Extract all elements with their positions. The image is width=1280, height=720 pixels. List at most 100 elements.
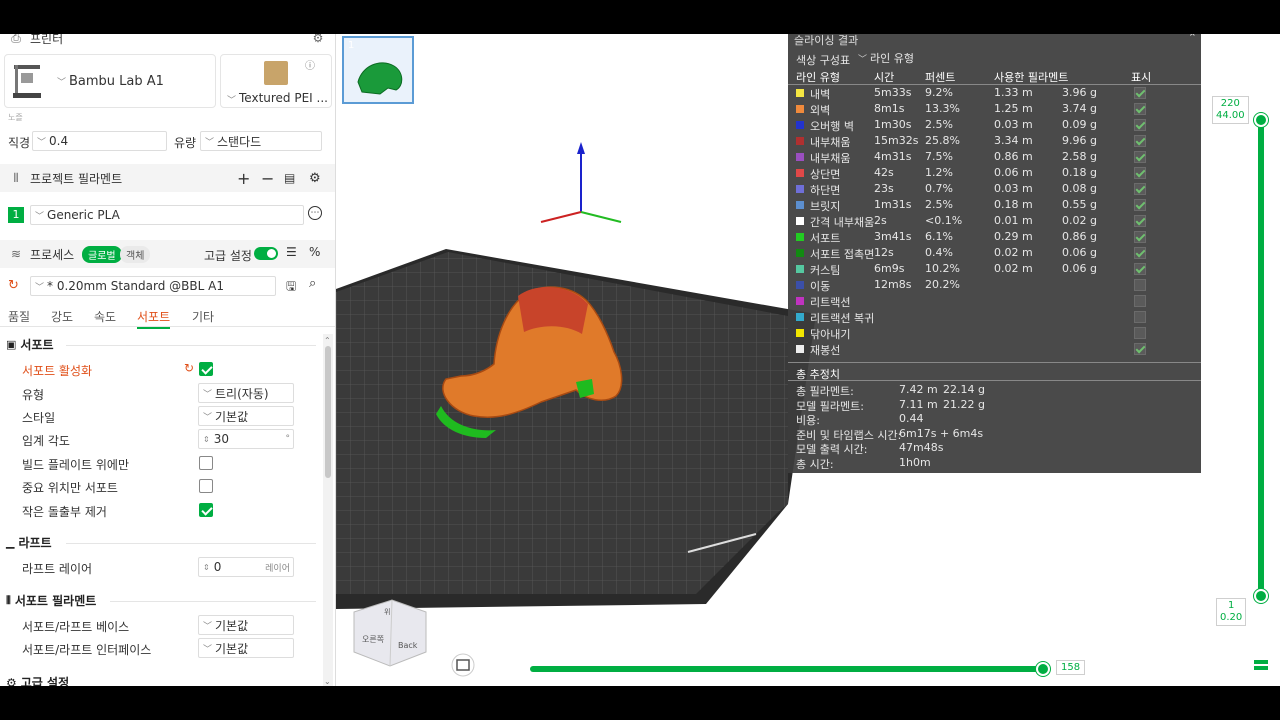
remove-small-overhangs-checkbox[interactable] [199,503,213,517]
plate-type: Textured PEI ... [239,91,328,105]
tab-speed[interactable]: 속도 [94,308,116,325]
line-type-row: 서포트 3m41s 6.1% 0.29 m 0.86 g [788,230,1201,246]
visibility-checkbox[interactable] [1134,231,1146,243]
add-filament-button[interactable]: + [237,169,250,188]
global-toggle[interactable]: 글로벌 [82,246,122,263]
totals-title-divider [788,380,1201,381]
object-toggle[interactable]: 객체 [120,246,151,263]
layer-slider-track[interactable] [1258,116,1264,602]
filament-icon: ⦀ [6,593,11,607]
scroll-up-icon[interactable]: ⌃ [324,336,331,345]
line-type-percent: 20.2% [925,278,960,291]
move-slider-track[interactable] [530,666,1044,672]
line-type-time: 15m32s [874,134,919,147]
support-interface-select[interactable]: ﹀ 기본값 [198,638,294,658]
filament-settings-gear-icon[interactable]: ⚙ [309,171,321,186]
color-swatch [796,153,804,161]
tab-others[interactable]: 기타 [192,308,214,325]
total-value: 7.42 m [899,383,938,396]
layer-slider-bottom-handle[interactable] [1254,589,1268,603]
total-value: 47m48s [899,441,944,454]
diameter-select[interactable]: ﹀ 0.4 [32,131,167,151]
visibility-checkbox[interactable] [1134,119,1146,131]
filament-more-icon[interactable]: ⋯ [308,206,322,220]
visibility-checkbox[interactable] [1134,279,1146,291]
nozzle-hint: 노즐 [8,113,23,122]
plate-thumbnail[interactable]: 1 [342,36,414,104]
raft-group-title: ▁ 라프트 [6,536,52,550]
filament-slot-badge[interactable]: 1 [8,207,24,223]
visibility-checkbox[interactable] [1134,263,1146,275]
color-scheme-select[interactable]: ﹀ 라인 유형 [854,50,1014,66]
settings-scrollbar-thumb[interactable] [325,346,331,478]
visibility-checkbox[interactable] [1134,311,1146,323]
visibility-checkbox[interactable] [1134,135,1146,147]
process-list-icon[interactable]: ☰ [286,245,297,259]
line-type-name: 리트랙션 복귀 [810,312,875,325]
line-type-row: 내벽 5m33s 9.2% 1.33 m 3.96 g [788,86,1201,102]
visibility-checkbox[interactable] [1134,199,1146,211]
line-type-grams: 0.86 g [1062,230,1097,243]
printer-section-header: ⎙ 프린터 ⚙ [0,34,335,52]
visibility-checkbox[interactable] [1134,167,1146,179]
info-icon[interactable]: ⓘ [305,57,315,72]
reset-preset-icon[interactable]: ↻ [8,278,19,293]
line-type-row: 내부채움 4m31s 7.5% 0.86 m 2.58 g [788,150,1201,166]
3d-viewport[interactable]: 오른쪽 Back 위 1 슬라이싱 결과 ⌃ 색상 구성표 ﹀라인 유형 라인 [336,34,1280,686]
process-section-title: 프로세스 [30,247,75,262]
threshold-angle-input[interactable]: ⇕ 30 ° [198,429,294,449]
raft-layers-input[interactable]: ⇕ 0 레이어 [198,557,294,577]
support-style-select[interactable]: ﹀ 기본값 [198,406,294,426]
process-preset-select[interactable]: ﹀ * 0.20mm Standard @BBL A1 [30,276,276,296]
tab-strength[interactable]: 강도 [51,308,73,325]
visibility-checkbox[interactable] [1134,87,1146,99]
visibility-checkbox[interactable] [1134,327,1146,339]
reset-value-icon[interactable]: ↻ [184,361,194,375]
visibility-checkbox[interactable] [1134,183,1146,195]
line-type-row: 리트랙션 복귀 [788,310,1201,326]
tab-quality[interactable]: 품질 [8,308,30,325]
visibility-checkbox[interactable] [1134,215,1146,227]
on-buildplate-only-checkbox[interactable] [199,456,213,470]
support-divider [66,345,316,346]
visibility-checkbox[interactable] [1134,151,1146,163]
search-icon[interactable]: ⌕ [309,276,316,291]
support-enable-checkbox[interactable] [199,362,213,376]
printer-card[interactable]: ﹀ Bambu Lab A1 [4,54,216,108]
advanced-settings-switch[interactable] [254,247,278,260]
scroll-down-icon[interactable]: ⌄ [324,677,331,686]
collapse-icon[interactable]: ⌃ [1188,34,1197,44]
sync-filament-icon[interactable]: ▤ [284,171,295,185]
visibility-checkbox[interactable] [1134,295,1146,307]
support-base-select[interactable]: ﹀ 기본값 [198,615,294,635]
process-compare-icon[interactable]: % [309,245,320,259]
critical-regions-checkbox[interactable] [199,479,213,493]
plate-card[interactable]: ⓘ ﹀ Textured PEI ... [220,54,332,108]
line-type-percent: 1.2% [925,166,953,179]
line-type-meters: 0.06 m [994,166,1033,179]
support-type-select[interactable]: ﹀ 트리(자동) [198,383,294,403]
top-layer-label: 220 44.00 [1212,96,1249,124]
line-type-row: 브릿지 1m31s 2.5% 0.18 m 0.55 g [788,198,1201,214]
layers-icon[interactable] [1254,660,1268,664]
support-group-title: ▣ 서포트 [6,338,54,352]
letterbox-bottom [0,686,1280,720]
raft-icon: ▁ [6,536,15,549]
move-slider-handle[interactable] [1036,662,1050,676]
layer-slider-top-handle[interactable] [1254,113,1268,127]
visibility-checkbox[interactable] [1134,343,1146,355]
printer-settings-gear-icon[interactable]: ⚙ [310,34,326,46]
fit-view-icon[interactable] [451,653,475,677]
color-swatch [796,217,804,225]
line-type-percent: 9.2% [925,86,953,99]
line-type-meters: 1.33 m [994,86,1033,99]
total-value: 7.11 m [899,397,938,411]
visibility-checkbox[interactable] [1134,103,1146,115]
flow-select[interactable]: ﹀ 스탠다드 [200,131,322,151]
critical-regions-label: 중요 위치만 서포트 [22,481,118,495]
remove-filament-button[interactable]: − [261,169,274,188]
line-type-meters: 0.01 m [994,214,1033,227]
save-preset-icon[interactable]: 🖫 [286,277,296,298]
filament-select[interactable]: ﹀ Generic PLA [30,205,304,225]
visibility-checkbox[interactable] [1134,247,1146,259]
